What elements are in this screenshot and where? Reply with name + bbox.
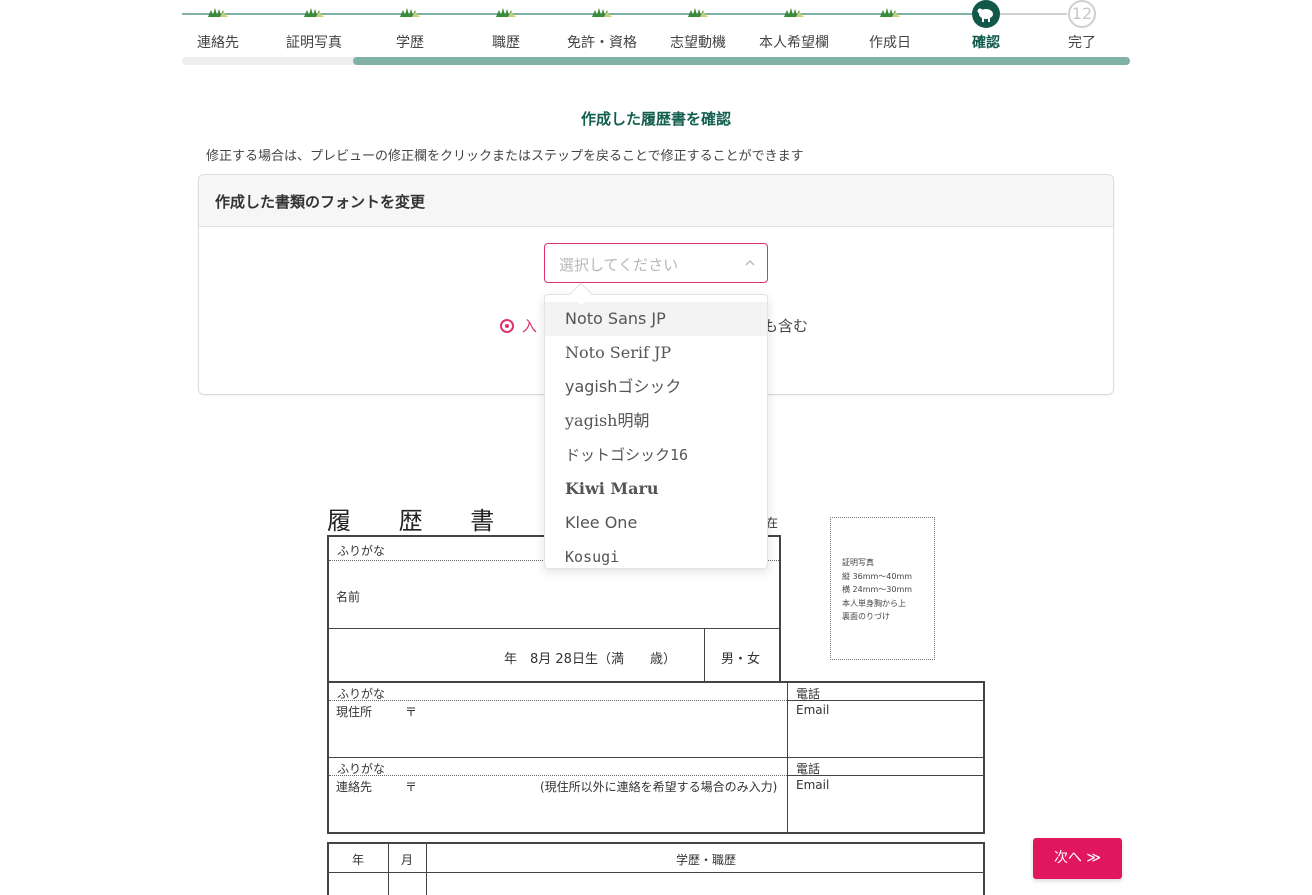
- font-option-noto-sans[interactable]: Noto Sans JP: [545, 302, 767, 336]
- next-button[interactable]: 次へ ≫: [1033, 838, 1122, 879]
- history-header-month: 月: [401, 853, 414, 867]
- grass-icon: [496, 8, 516, 17]
- birth-date: 年 8月 28日生（満 歳）: [504, 652, 676, 667]
- contact-label: 連絡先: [336, 780, 373, 794]
- step-confirm[interactable]: 確認: [938, 0, 1034, 52]
- card-title: 作成した書類のフォントを変更: [199, 175, 1113, 227]
- photo-text: 縦 36mm〜40mm: [842, 571, 913, 581]
- step-label: 学歴: [396, 35, 424, 51]
- step-contact[interactable]: 連絡先: [170, 0, 266, 52]
- progress-bar: [182, 57, 1130, 65]
- sheep-icon: [972, 0, 1000, 28]
- font-option-yagish-gothic[interactable]: yagishゴシック: [545, 370, 767, 404]
- postal-mark: 〒: [405, 780, 418, 794]
- step-motivation[interactable]: 志望動機: [650, 0, 746, 52]
- step-label: 免許・資格: [567, 35, 637, 51]
- step-licenses[interactable]: 免許・資格: [554, 0, 650, 52]
- page-title: 作成した履歴書を確認: [580, 110, 731, 128]
- history-header-content: 学歴・職歴: [676, 853, 737, 867]
- progress-stepper: 連絡先 証明写真 学歴 職歴 免許・資格 志望動機 本人希望欄 作成日 確認 1…: [182, 0, 1130, 66]
- divider: [329, 775, 787, 776]
- divider: [426, 844, 427, 895]
- font-option-klee-one[interactable]: Klee One: [545, 506, 767, 540]
- font-option-kosugi[interactable]: Kosugi: [545, 540, 767, 568]
- step-label: 確認: [972, 35, 1000, 51]
- grass-icon: [784, 8, 804, 17]
- step-work-history[interactable]: 職歴: [458, 0, 554, 52]
- grass-icon: [688, 8, 708, 17]
- photo-placeholder[interactable]: 証明写真 縦 36mm〜40mm 横 24mm〜30mm 本人単身胸から上 裏面…: [830, 517, 935, 660]
- phone-label: 電話: [796, 687, 821, 701]
- divider: [329, 757, 983, 758]
- step-date[interactable]: 作成日: [842, 0, 938, 52]
- postal-mark: 〒: [405, 705, 418, 719]
- step-label: 連絡先: [197, 35, 239, 51]
- radio-label-start: 入: [522, 317, 538, 335]
- radio-icon: [500, 319, 514, 333]
- step-label: 志望動機: [670, 35, 726, 51]
- step-education[interactable]: 学歴: [362, 0, 458, 52]
- font-select-placeholder: 選択してください: [559, 256, 679, 274]
- gender-field: 男・女: [721, 652, 761, 667]
- contact-email-label: Email: [796, 778, 830, 792]
- grass-icon: [400, 8, 420, 17]
- divider: [388, 844, 389, 895]
- address-label: 現住所: [336, 705, 373, 719]
- step-label: 作成日: [869, 35, 911, 51]
- divider: [329, 700, 787, 701]
- contact-furigana-label: ふりがな: [337, 762, 386, 776]
- contact-note: (現住所以外に連絡を希望する場合のみ入力): [540, 780, 778, 794]
- include-option-radio[interactable]: 入: [500, 315, 537, 336]
- name-furigana-label: ふりがな: [337, 544, 386, 558]
- font-select[interactable]: 選択してください: [544, 243, 768, 283]
- divider: [329, 628, 779, 629]
- font-dropdown-menu: Noto Sans JP Noto Serif JP yagishゴシック ya…: [544, 294, 768, 569]
- divider: [329, 872, 983, 873]
- font-option-noto-serif[interactable]: Noto Serif JP: [545, 336, 767, 370]
- grass-icon: [592, 8, 612, 17]
- name-label: 名前: [336, 590, 361, 604]
- photo-text: 裏面のりづけ: [842, 612, 890, 621]
- font-option-yagish-mincho[interactable]: yagish明朝: [545, 404, 767, 438]
- grass-icon: [208, 8, 228, 17]
- font-option-dotgothic16[interactable]: ドットゴシック16: [545, 438, 767, 472]
- contact-phone-label: 電話: [796, 762, 821, 776]
- step-label: 証明写真: [286, 35, 342, 51]
- resume-title: 履 歴 書: [327, 507, 515, 535]
- step-label: 本人希望欄: [759, 35, 829, 51]
- page-description: 修正する場合は、プレビューの修正欄をクリックまたはステップを戻ることで修正するこ…: [206, 149, 804, 164]
- photo-text: 証明写真: [842, 558, 874, 567]
- step-photo[interactable]: 証明写真: [266, 0, 362, 52]
- step-complete: 12 完了: [1034, 0, 1130, 52]
- email-label: Email: [796, 703, 830, 717]
- chevron-up-icon: [745, 259, 755, 266]
- address-furigana-label: ふりがな: [337, 687, 386, 701]
- history-header-year: 年: [352, 853, 365, 867]
- progress-bar-fill: [352, 57, 1130, 65]
- step-label: 完了: [1068, 35, 1096, 51]
- photo-text: 横 24mm〜30mm: [842, 585, 913, 594]
- step-requests[interactable]: 本人希望欄: [746, 0, 842, 52]
- step-number: 12: [1068, 0, 1096, 28]
- font-option-kiwi-maru[interactable]: Kiwi Maru: [545, 472, 767, 506]
- photo-text: 本人単身胸から上: [842, 598, 906, 608]
- step-label: 職歴: [492, 35, 520, 51]
- grass-icon: [304, 8, 324, 17]
- radio-label-end: も含む: [763, 317, 809, 335]
- divider: [704, 629, 705, 681]
- grass-icon: [880, 8, 900, 17]
